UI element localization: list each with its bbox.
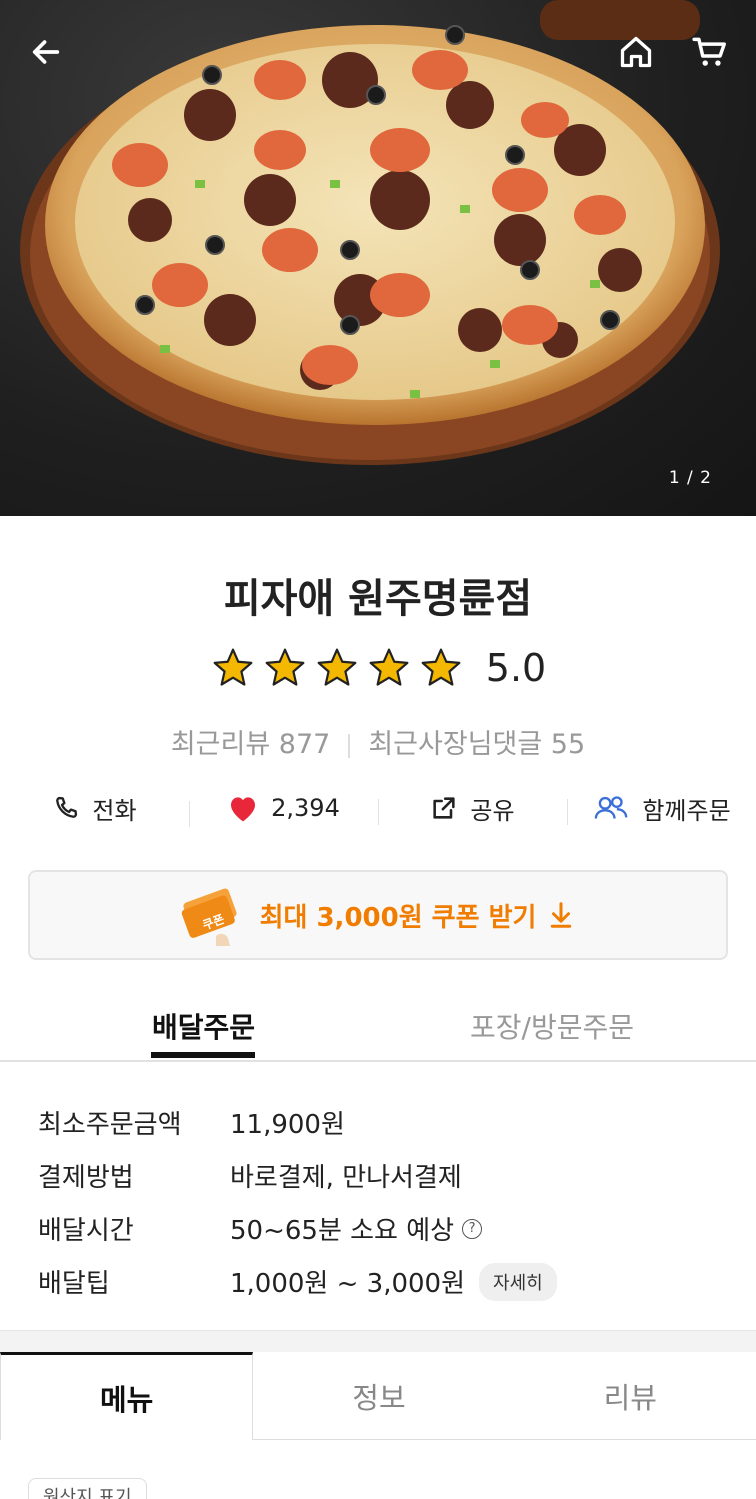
- like-button[interactable]: 2,394: [189, 793, 378, 827]
- home-icon: [620, 36, 652, 68]
- order-type-tabs: 배달주문 포장/방문주문: [0, 996, 756, 1062]
- home-button[interactable]: [612, 28, 660, 76]
- phone-icon: [56, 796, 78, 818]
- delivery-time-label: 배달시간: [38, 1216, 134, 1246]
- tip-detail-button[interactable]: 자세히: [479, 1262, 557, 1301]
- section-divider: [0, 1330, 756, 1352]
- tab-reviews[interactable]: 리뷰: [504, 1352, 756, 1440]
- rating-stars: [210, 646, 464, 690]
- image-counter: 1 / 2: [668, 468, 712, 488]
- store-hero-image[interactable]: 1 / 2: [0, 0, 756, 516]
- delivery-tip-label: 배달팁: [38, 1269, 110, 1299]
- call-label: 전화: [92, 796, 137, 825]
- cart-button[interactable]: [686, 28, 734, 76]
- payment-value: 바로결제, 만나서결제: [230, 1163, 462, 1193]
- min-order-label: 최소주문금액: [38, 1110, 182, 1140]
- delivery-time-row: 배달시간 50~65분 소요 예상?: [38, 1202, 557, 1255]
- store-name: 피자애 원주명륜점: [223, 576, 533, 622]
- store-actions: 전화 2,394 공유 함께주문: [0, 786, 756, 830]
- download-arrow-icon: [551, 902, 572, 928]
- coupon-ticket-icon: 쿠폰: [181, 888, 237, 946]
- tab-delivery[interactable]: 배달주문: [152, 1006, 255, 1046]
- delivery-tip-row: 배달팁 1,000원 ~ 3,000원 자세히: [38, 1255, 557, 1308]
- star-icon: [369, 648, 409, 686]
- star-icon: [421, 648, 461, 686]
- coupon-label: 최대 3,000원 쿠폰 받기: [259, 902, 537, 933]
- min-order-value: 11,900원: [230, 1110, 345, 1140]
- min-order-row: 최소주문금액 11,900원: [38, 1096, 557, 1149]
- active-tab-indicator: [151, 1052, 255, 1058]
- like-count: 2,394: [271, 794, 340, 822]
- heart-icon: [231, 797, 256, 822]
- payment-label: 결제방법: [38, 1163, 134, 1193]
- group-order-label: 함께주문: [642, 796, 731, 825]
- tab-info[interactable]: 정보: [253, 1352, 505, 1440]
- back-arrow-icon: [32, 40, 60, 64]
- owner-replies-link[interactable]: 최근사장님댓글 55: [368, 729, 585, 760]
- tab-pickup[interactable]: 포장/방문주문: [470, 1006, 634, 1046]
- delivery-info: 최소주문금액 11,900원 결제방법 바로결제, 만나서결제 배달시간 50~…: [38, 1096, 557, 1308]
- rating-value: 5.0: [485, 646, 547, 690]
- group-order-button[interactable]: 함께주문: [567, 791, 756, 826]
- help-icon[interactable]: ?: [462, 1218, 483, 1239]
- coupon-banner[interactable]: 쿠폰 최대 3,000원 쿠폰 받기: [28, 870, 728, 960]
- back-button[interactable]: [22, 28, 70, 76]
- group-users-icon: [594, 796, 628, 819]
- call-button[interactable]: 전화: [0, 791, 189, 826]
- delivery-time-value: 50~65분 소요 예상: [230, 1216, 455, 1246]
- payment-row: 결제방법 바로결제, 만나서결제: [38, 1149, 557, 1202]
- star-icon: [265, 648, 305, 686]
- delivery-tip-value: 1,000원 ~ 3,000원: [230, 1269, 466, 1299]
- store-rating: 5.0: [0, 646, 756, 690]
- divider: [348, 733, 351, 758]
- pizza-photo: [20, 0, 720, 465]
- cart-icon: [692, 37, 726, 66]
- star-icon: [213, 648, 253, 686]
- share-button[interactable]: 공유: [378, 791, 567, 826]
- star-icon: [317, 648, 357, 686]
- section-tabs: 메뉴 정보 리뷰: [0, 1352, 756, 1440]
- share-icon: [433, 797, 456, 819]
- share-label: 공유: [470, 796, 515, 825]
- tab-menu[interactable]: 메뉴: [0, 1352, 254, 1440]
- review-counts: 최근리뷰 877 최근사장님댓글 55: [0, 722, 756, 761]
- recent-reviews-link[interactable]: 최근리뷰 877: [171, 729, 330, 760]
- origin-label-chip[interactable]: 원산지 표기: [28, 1478, 147, 1499]
